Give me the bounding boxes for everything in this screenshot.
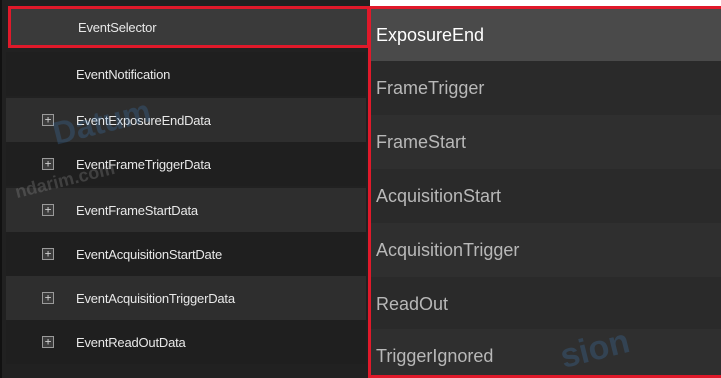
dropdown-option-label: ReadOut	[376, 293, 449, 314]
dropdown-option-label: ExposureEnd	[376, 24, 485, 45]
tree-row-event-frame-trigger-data[interactable]: + EventFrameTriggerData	[6, 142, 366, 186]
tree-row-event-acquisition-trigger-data[interactable]: + EventAcquisitionTriggerData	[6, 276, 366, 320]
dropdown-option-label: FrameStart	[376, 131, 467, 152]
dropdown-option-label: FrameTrigger	[376, 77, 485, 98]
tree-row-label: EventFrameTriggerData	[76, 156, 211, 172]
dropdown-option-acquisition-trigger[interactable]: AcquisitionTrigger	[371, 223, 721, 277]
tree-row-label: EventAcquisitionStartDate	[76, 246, 223, 262]
event-selector-dropdown-list[interactable]: ExposureEnd FrameTrigger FrameStart Acqu…	[368, 6, 721, 378]
dropdown-option-exposure-end[interactable]: ExposureEnd	[371, 9, 721, 61]
panel-edge	[0, 0, 2, 378]
tree-row-event-exposure-end-data[interactable]: + EventExposureEndData	[6, 98, 366, 142]
tree-row-label: EventReadOutData	[76, 334, 186, 350]
tree-row-event-selector[interactable]: EventSelector	[8, 6, 370, 48]
tree-row-label: EventExposureEndData	[76, 112, 211, 128]
expand-plus-icon[interactable]: +	[42, 204, 54, 216]
dropdown-option-trigger-ignored[interactable]: TriggerIgnored	[371, 329, 721, 375]
tree-row-label: EventNotification	[76, 66, 171, 82]
tree-row-label: EventAcquisitionTriggerData	[76, 290, 235, 306]
dropdown-option-label: AcquisitionStart	[376, 185, 502, 206]
dropdown-option-label: AcquisitionTrigger	[376, 239, 520, 260]
dropdown-option-label: TriggerIgnored	[376, 345, 494, 366]
expand-plus-icon[interactable]: +	[42, 336, 54, 348]
expand-plus-icon[interactable]: +	[42, 292, 54, 304]
expand-plus-icon[interactable]: +	[42, 114, 54, 126]
expand-plus-icon[interactable]: +	[42, 248, 54, 260]
tree-row-label: EventFrameStartData	[76, 202, 198, 218]
tree-row-event-notification[interactable]: EventNotification	[6, 52, 366, 96]
dropdown-option-read-out[interactable]: ReadOut	[371, 277, 721, 331]
event-property-tree: EventSelector EventNotification + EventE…	[0, 0, 370, 378]
dropdown-option-frame-start[interactable]: FrameStart	[371, 115, 721, 169]
dropdown-option-frame-trigger[interactable]: FrameTrigger	[371, 61, 721, 115]
event-configuration-panel: EventSelector EventNotification + EventE…	[0, 0, 721, 378]
tree-row-event-frame-start-data[interactable]: + EventFrameStartData	[6, 188, 366, 232]
expand-plus-icon[interactable]: +	[42, 158, 54, 170]
tree-row-label: EventSelector	[78, 20, 157, 35]
tree-row-event-acquisition-start-date[interactable]: + EventAcquisitionStartDate	[6, 232, 366, 276]
dropdown-option-acquisition-start[interactable]: AcquisitionStart	[371, 169, 721, 223]
tree-row-event-read-out-data[interactable]: + EventReadOutData	[6, 320, 366, 364]
